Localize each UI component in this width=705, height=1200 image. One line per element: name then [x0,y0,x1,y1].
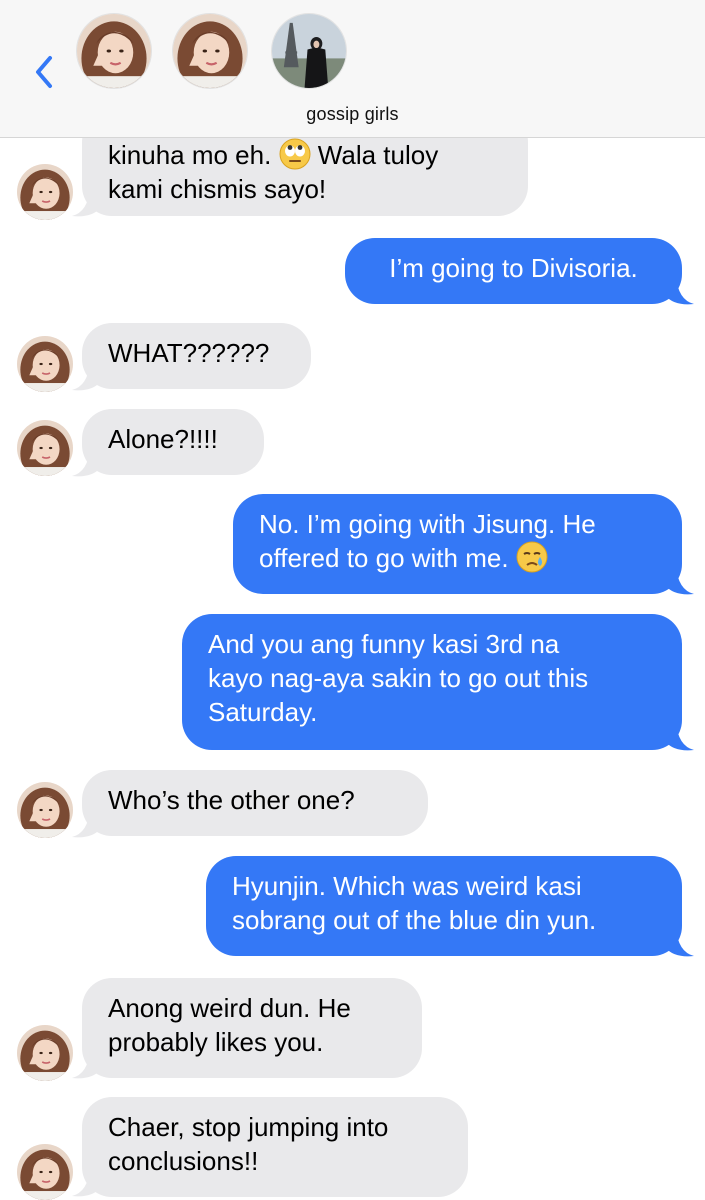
message-line: kayo nag-aya sakin to go out this [208,663,589,693]
message-line: Hyunjin. Which was weird kasi [232,871,582,901]
sender-avatar[interactable] [17,782,73,838]
bubble-tail [72,362,100,391]
message-line: conclusions!! [108,1146,259,1176]
bubble-tail [666,722,694,751]
crying-face-emoji [516,541,548,573]
sender-avatar[interactable] [17,420,73,476]
sender-avatar[interactable] [17,336,73,392]
bubble-tail [72,188,100,217]
message-line: Anong weird dun. He [108,993,351,1023]
message-bubble-outgoing[interactable]: No. I’m going with Jisung. He offered to… [233,494,682,594]
bubble-tail [72,809,100,838]
sender-avatar[interactable] [17,1144,73,1200]
bubble-tail [72,1050,100,1079]
message-bubble-incoming[interactable]: Anong weird dun. He probably likes you. [82,978,422,1078]
message-bubble-incoming[interactable]: Alone?!!!! [82,409,264,475]
eye-roll-emoji [279,138,311,170]
bubble-tail [666,276,694,305]
conversation-header: gossip girls [0,0,705,138]
chevron-left-icon [36,56,52,88]
back-button[interactable] [28,52,62,92]
message-bubble-outgoing[interactable]: I’m going to Divisoria. [345,238,682,304]
bubble-tail [666,566,694,595]
participant-avatar[interactable] [77,14,151,88]
message-bubble-incoming[interactable]: WHAT?????? [82,323,311,389]
message-line: sobrang out of the blue din yun. [232,905,597,935]
message-line: kami chismis sayo! [108,174,327,204]
message-bubble-outgoing[interactable]: And you ang funny kasi 3rd na kayo nag-a… [182,614,682,750]
participant-avatar[interactable] [173,14,247,88]
message-bubble-incoming[interactable]: Who’s the other one? [82,770,428,836]
message-line: No. I’m going with Jisung. He [259,509,596,539]
group-name[interactable]: gossip girls [0,104,705,125]
bubble-tail [72,448,100,477]
bubble-tail [666,928,694,957]
message-line: Chaer, stop jumping into [108,1112,389,1142]
message-line: And you ang funny kasi 3rd na [208,629,560,659]
message-line: offered to go with me. [259,541,656,575]
message-line: kinuha mo eh. Wala tuloy [108,138,439,170]
sender-avatar[interactable] [17,164,73,220]
message-bubble-incoming[interactable]: Chaer, stop jumping into conclusions!! [82,1097,468,1197]
participant-avatar[interactable] [272,14,346,88]
bubble-tail [72,1168,100,1197]
sender-avatar[interactable] [17,1025,73,1081]
message-line: probably likes you. [108,1027,324,1057]
message-line: Saturday. [208,697,318,727]
message-bubble-outgoing[interactable]: Hyunjin. Which was weird kasi sobrang ou… [206,856,682,956]
